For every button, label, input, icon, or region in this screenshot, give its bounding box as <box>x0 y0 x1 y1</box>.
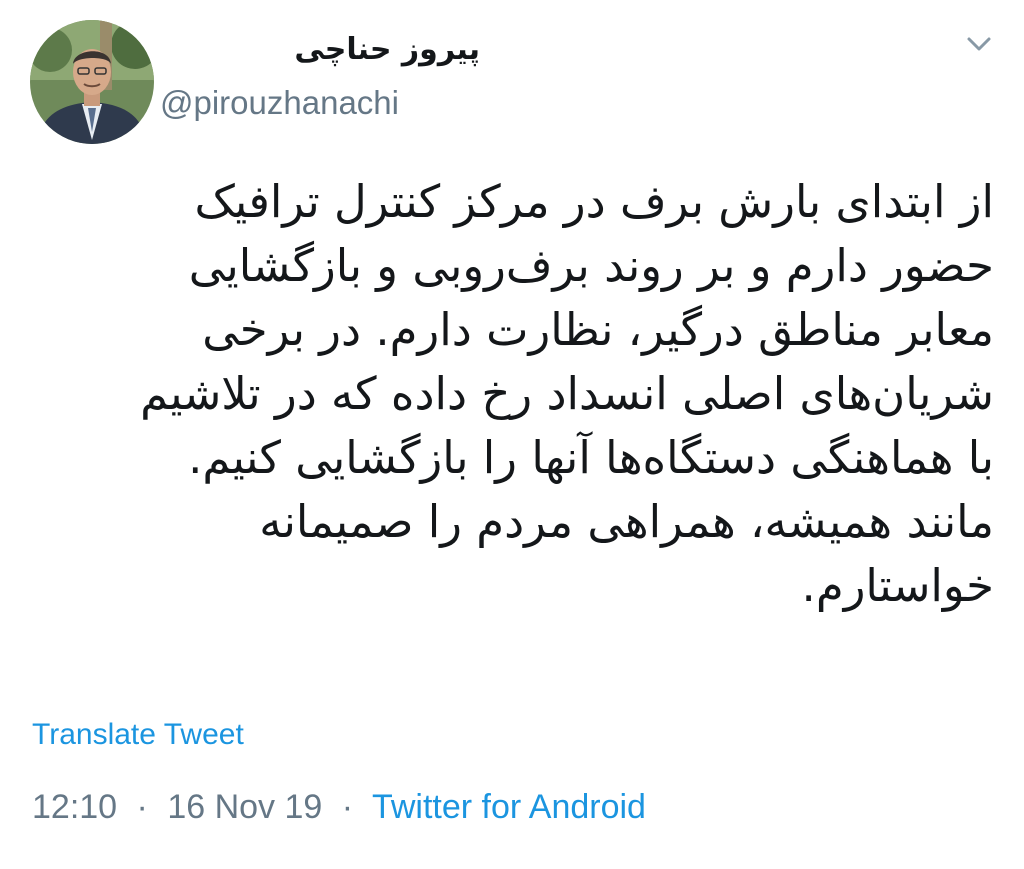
tweet-text-line: شریان‌های اصلی انسداد رخ داده که در تلاش… <box>140 367 994 420</box>
tweet-card: پیروز حناچی @pirouzhanachi از ابتدای بار… <box>0 0 1024 869</box>
tweet-metadata: 12:10 · 16 Nov 19 · Twitter for Android <box>32 788 646 827</box>
tweet-text: از ابتدای بارش برف در مرکز کنترل ترافیک … <box>30 170 994 618</box>
author-handle[interactable]: @pirouzhanachi <box>160 84 399 122</box>
separator-dot: · <box>341 788 354 826</box>
tweet-text-line: با هماهنگی دستگاه‌ها آنها را بازگشایی کن… <box>188 431 994 484</box>
separator-dot: · <box>136 788 148 826</box>
translate-tweet-link[interactable]: Translate Tweet <box>32 718 244 752</box>
tweet-text-line: حضور دارم و بر روند برف‌روبی و بازگشایی <box>188 239 994 292</box>
avatar[interactable] <box>30 20 154 144</box>
tweet-text-line: مانند همیشه، همراهی مردم را صمیمانه <box>259 495 994 548</box>
tweet-time[interactable]: 12:10 <box>32 788 117 826</box>
tweet-source-link[interactable]: Twitter for Android <box>372 788 646 826</box>
tweet-header: پیروز حناچی @pirouzhanachi <box>0 0 1024 160</box>
tweet-date[interactable]: 16 Nov 19 <box>167 788 322 826</box>
tweet-text-line: از ابتدای بارش برف در مرکز کنترل ترافیک <box>194 175 995 228</box>
author-display-name[interactable]: پیروز حناچی <box>294 32 480 67</box>
tweet-text-line: معابر مناطق درگیر، نظارت دارم. در برخی <box>202 303 994 356</box>
chevron-down-icon[interactable] <box>966 34 992 54</box>
tweet-text-line: خواستارم. <box>801 559 994 612</box>
author-info[interactable]: پیروز حناچی @pirouzhanachi <box>160 22 480 132</box>
